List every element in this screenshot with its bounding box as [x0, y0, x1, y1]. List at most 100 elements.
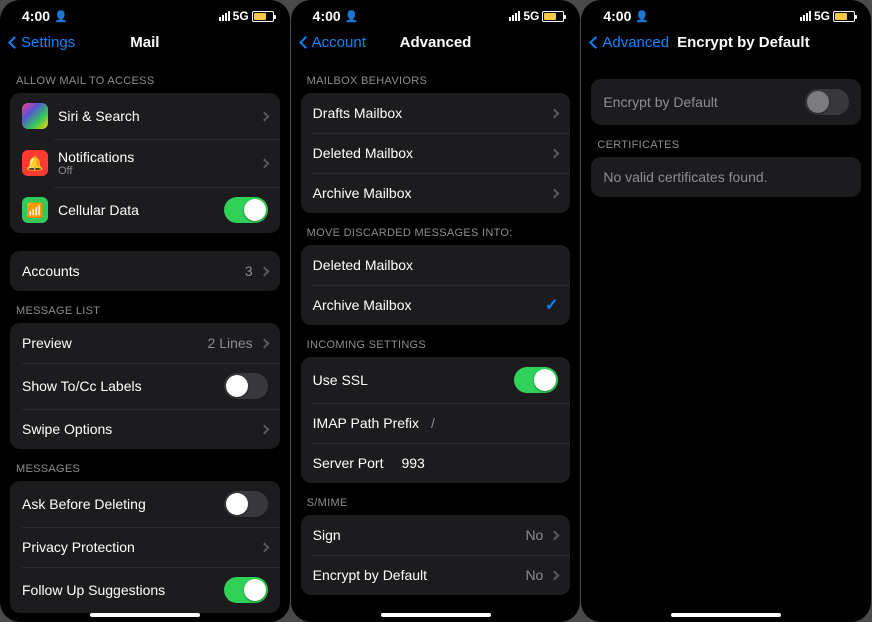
battery-icon: [833, 11, 855, 22]
row-deleted-mailbox[interactable]: Deleted Mailbox: [301, 133, 571, 173]
status-time: 4:00: [603, 8, 631, 24]
row-server-port[interactable]: Server Port 993: [301, 443, 571, 483]
cellular-toggle[interactable]: [224, 197, 268, 223]
chevron-left-icon: [8, 36, 21, 49]
followup-toggle[interactable]: [224, 577, 268, 603]
back-button[interactable]: Advanced: [591, 34, 669, 51]
status-time: 4:00: [313, 8, 341, 24]
chevron-right-icon: [550, 570, 560, 580]
row-show-tocc[interactable]: Show To/Cc Labels: [10, 363, 280, 409]
row-label: Cellular Data: [58, 202, 224, 218]
row-ask-delete[interactable]: Ask Before Deleting: [10, 481, 280, 527]
chevron-right-icon: [550, 148, 560, 158]
network-label: 5G: [814, 9, 830, 23]
row-label: Siri & Search: [58, 108, 257, 124]
row-encrypt-default[interactable]: Encrypt by Default No: [301, 555, 571, 595]
chevron-left-icon: [589, 36, 602, 49]
profile-icon: 👤: [635, 10, 649, 23]
row-siri-search[interactable]: Siri & Search: [10, 93, 280, 139]
row-no-certificates: No valid certificates found.: [591, 157, 861, 197]
row-label: Encrypt by Default: [313, 567, 526, 583]
row-cellular-data[interactable]: 📶 Cellular Data: [10, 187, 280, 233]
status-bar: 4:00 👤 5G: [291, 0, 581, 28]
section-allow-access: ALLOW MAIL TO ACCESS: [0, 61, 290, 93]
status-time: 4:00: [22, 8, 50, 24]
section-certificates: CERTIFICATES: [581, 125, 871, 157]
home-indicator[interactable]: [671, 613, 781, 617]
chevron-right-icon: [259, 111, 269, 121]
notifications-icon: 🔔: [22, 150, 48, 176]
network-label: 5G: [523, 9, 539, 23]
row-privacy-protection[interactable]: Privacy Protection: [10, 527, 280, 567]
back-button[interactable]: Account: [301, 34, 366, 51]
row-value: No: [525, 527, 543, 543]
chevron-left-icon: [299, 36, 312, 49]
row-encrypt-default[interactable]: Encrypt by Default: [591, 79, 861, 125]
nav-bar: Settings Mail: [0, 28, 290, 61]
row-label: Drafts Mailbox: [313, 105, 548, 121]
profile-icon: 👤: [345, 10, 359, 23]
row-follow-up[interactable]: Follow Up Suggestions: [10, 567, 280, 613]
chevron-right-icon: [259, 338, 269, 348]
section-discarded: MOVE DISCARDED MESSAGES INTO:: [291, 213, 581, 245]
encrypt-toggle[interactable]: [805, 89, 849, 115]
row-use-ssl[interactable]: Use SSL: [301, 357, 571, 403]
row-label: Server Port: [313, 455, 384, 471]
row-notifications[interactable]: 🔔 Notifications Off: [10, 139, 280, 187]
back-button[interactable]: Settings: [10, 34, 75, 51]
network-label: 5G: [233, 9, 249, 23]
home-indicator[interactable]: [90, 613, 200, 617]
ask-delete-toggle[interactable]: [224, 491, 268, 517]
row-label: Follow Up Suggestions: [22, 582, 224, 598]
advanced-settings-screen: 4:00 👤 5G Account Advanced MAILBOX BEHAV…: [291, 0, 581, 622]
row-label: Archive Mailbox: [313, 185, 548, 201]
row-archive-mailbox[interactable]: Archive Mailbox: [301, 173, 571, 213]
signal-icon: [219, 11, 230, 21]
chevron-right-icon: [550, 108, 560, 118]
row-value: 2 Lines: [208, 335, 253, 351]
row-value: /: [431, 415, 435, 431]
section-mailbox-behaviors: MAILBOX BEHAVIORS: [291, 61, 581, 93]
signal-icon: [800, 11, 811, 21]
row-label: Privacy Protection: [22, 539, 257, 555]
back-label: Settings: [21, 34, 75, 51]
row-drafts-mailbox[interactable]: Drafts Mailbox: [301, 93, 571, 133]
mail-settings-screen: 4:00 👤 5G Settings Mail ALLOW MAIL TO AC…: [0, 0, 290, 622]
chevron-right-icon: [550, 188, 560, 198]
row-swipe-options[interactable]: Swipe Options: [10, 409, 280, 449]
cellular-icon: 📶: [22, 197, 48, 223]
chevron-right-icon: [259, 266, 269, 276]
nav-bar: Account Advanced: [291, 28, 581, 61]
row-label: Show To/Cc Labels: [22, 378, 224, 394]
row-label: Deleted Mailbox: [313, 257, 559, 273]
row-label: Ask Before Deleting: [22, 496, 224, 512]
back-label: Advanced: [602, 34, 669, 51]
row-option-archive[interactable]: Archive Mailbox ✓: [301, 285, 571, 325]
status-bar: 4:00 👤 5G: [0, 0, 290, 28]
status-bar: 4:00 👤 5G: [581, 0, 871, 28]
back-label: Account: [312, 34, 366, 51]
row-label: Notifications Off: [58, 149, 257, 177]
row-imap-prefix[interactable]: IMAP Path Prefix /: [301, 403, 571, 443]
row-label: Sign: [313, 527, 526, 543]
section-messages: MESSAGES: [0, 449, 290, 481]
signal-icon: [509, 11, 520, 21]
row-value: 993: [401, 455, 424, 471]
show-tocc-toggle[interactable]: [224, 373, 268, 399]
ssl-toggle[interactable]: [514, 367, 558, 393]
row-accounts[interactable]: Accounts 3: [10, 251, 280, 291]
row-sign[interactable]: Sign No: [301, 515, 571, 555]
row-option-deleted[interactable]: Deleted Mailbox: [301, 245, 571, 285]
siri-icon: [22, 103, 48, 129]
row-preview[interactable]: Preview 2 Lines: [10, 323, 280, 363]
row-label: Swipe Options: [22, 421, 257, 437]
section-incoming: INCOMING SETTINGS: [291, 325, 581, 357]
row-label: IMAP Path Prefix: [313, 415, 419, 431]
row-label: Archive Mailbox: [313, 297, 545, 313]
battery-icon: [252, 11, 274, 22]
row-label: Preview: [22, 335, 208, 351]
battery-icon: [542, 11, 564, 22]
home-indicator[interactable]: [381, 613, 491, 617]
checkmark-icon: ✓: [545, 295, 558, 315]
row-value: 3: [245, 263, 253, 279]
